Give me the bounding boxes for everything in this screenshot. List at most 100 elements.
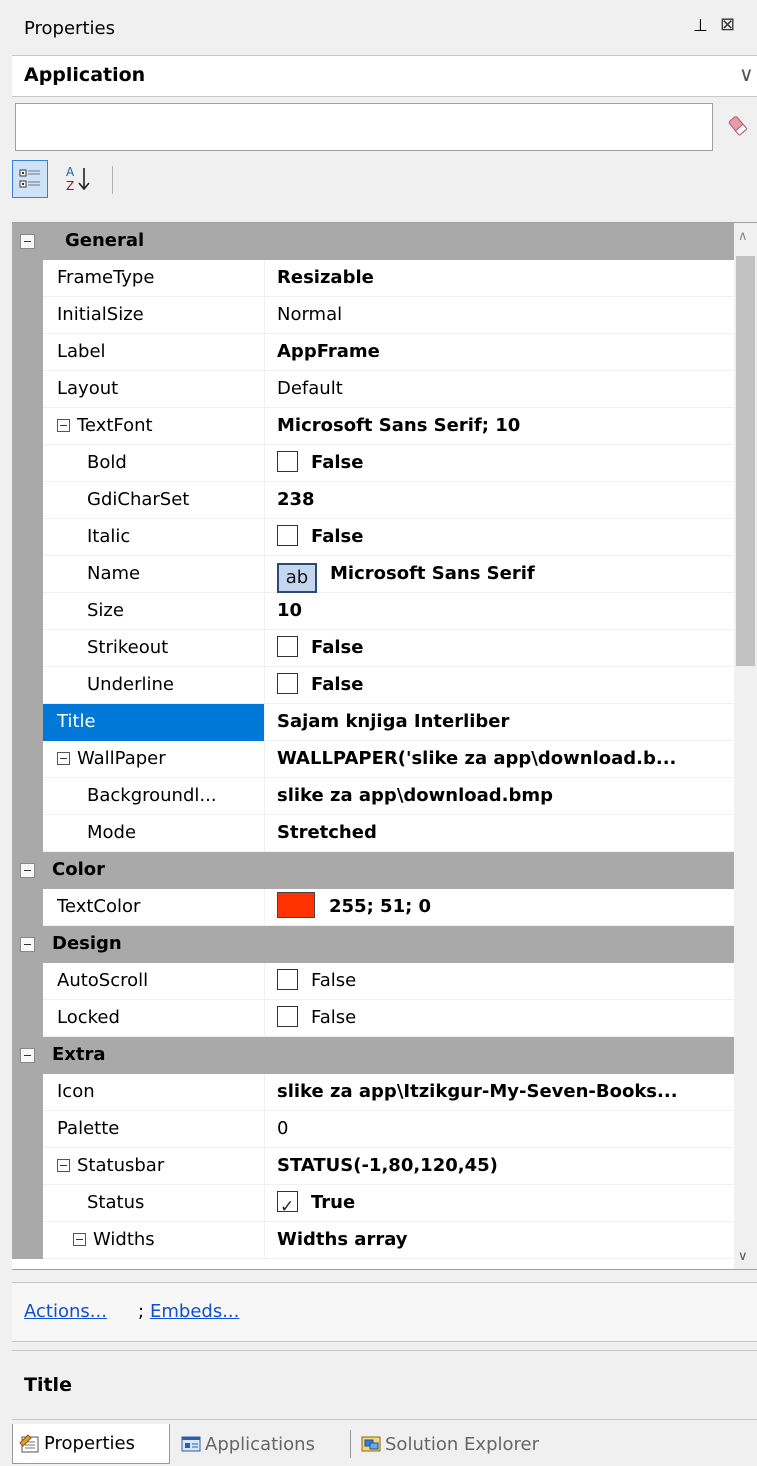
scrollbar-thumb[interactable] xyxy=(736,256,755,666)
property-value[interactable]: 255; 51; 0 xyxy=(266,889,734,926)
checkbox-checked[interactable] xyxy=(277,1189,298,1222)
category-design[interactable]: Design xyxy=(12,926,734,963)
property-row-gdicharset[interactable]: GdiCharSet 238 xyxy=(12,482,734,519)
property-value[interactable]: AppFrame xyxy=(266,334,734,371)
property-value[interactable]: False xyxy=(266,963,734,1000)
property-value[interactable]: False xyxy=(266,630,734,667)
property-row-autoscroll[interactable]: AutoScroll False xyxy=(12,963,734,1000)
alphabetical-button[interactable]: A Z xyxy=(60,160,96,198)
tab-solution-explorer[interactable]: Solution Explorer xyxy=(354,1424,604,1464)
collapse-icon[interactable] xyxy=(57,1159,70,1172)
category-general[interactable]: General xyxy=(12,223,734,260)
collapse-icon[interactable] xyxy=(20,234,35,249)
property-search-input[interactable] xyxy=(15,103,713,151)
category-color[interactable]: Color xyxy=(12,852,734,889)
property-row-status[interactable]: Status True xyxy=(12,1185,734,1222)
property-row-icon[interactable]: Icon slike za app\Itzikgur-My-Seven-Book… xyxy=(12,1074,734,1111)
property-row-initialsize[interactable]: InitialSize Normal xyxy=(12,297,734,334)
property-row-statusbar[interactable]: Statusbar STATUS(-1,80,120,45) xyxy=(12,1148,734,1185)
collapse-icon[interactable] xyxy=(20,1048,35,1063)
collapse-icon[interactable] xyxy=(73,1233,86,1246)
property-row-italic[interactable]: Italic False xyxy=(12,519,734,556)
property-name-text: Statusbar xyxy=(77,1155,165,1176)
properties-icon xyxy=(19,1433,39,1452)
actions-link[interactable]: Actions... xyxy=(24,1301,107,1322)
property-value-text: False xyxy=(311,452,364,473)
property-name: InitialSize xyxy=(43,297,265,334)
checkbox[interactable] xyxy=(277,969,298,990)
property-row-palette[interactable]: Palette 0 xyxy=(12,1111,734,1148)
property-row-layout[interactable]: Layout Default xyxy=(12,371,734,408)
sort-az-icon: A Z xyxy=(66,165,90,193)
property-row-label[interactable]: Label AppFrame xyxy=(12,334,734,371)
embeds-link[interactable]: Embeds... xyxy=(150,1301,239,1322)
property-row-backgroundimage[interactable]: Backgroundl... slike za app\download.bmp xyxy=(12,778,734,815)
property-value[interactable]: slike za app\download.bmp xyxy=(266,778,734,815)
collapse-icon[interactable] xyxy=(57,752,70,765)
property-value[interactable]: False xyxy=(266,1000,734,1037)
property-value[interactable]: Widths array xyxy=(266,1222,734,1259)
property-row-strikeout[interactable]: Strikeout False xyxy=(12,630,734,667)
property-value[interactable]: Normal xyxy=(266,297,734,334)
property-name: AutoScroll xyxy=(43,963,265,1000)
checkbox[interactable] xyxy=(277,673,298,694)
scroll-up-icon[interactable]: ∧ xyxy=(738,229,748,244)
property-name: WallPaper xyxy=(43,741,265,778)
property-value[interactable]: Resizable xyxy=(266,260,734,297)
property-value[interactable]: False xyxy=(266,519,734,556)
category-extra[interactable]: Extra xyxy=(12,1037,734,1074)
property-value[interactable]: Sajam knjiga Interliber xyxy=(266,704,734,741)
collapse-icon[interactable] xyxy=(57,419,70,432)
property-value[interactable]: 10 xyxy=(266,593,734,630)
property-row-underline[interactable]: Underline False xyxy=(12,667,734,704)
property-value[interactable]: True xyxy=(266,1185,734,1222)
property-row-wallpaper[interactable]: WallPaper WALLPAPER('slike za app\downlo… xyxy=(12,741,734,778)
close-icon[interactable]: ⊠ xyxy=(720,14,735,35)
property-value[interactable]: ab Microsoft Sans Serif xyxy=(266,556,734,593)
property-row-mode[interactable]: Mode Stretched xyxy=(12,815,734,852)
tab-applications[interactable]: Applications xyxy=(174,1424,350,1464)
property-value[interactable]: WALLPAPER('slike za app\download.b... xyxy=(266,741,734,778)
property-name: Size xyxy=(43,593,265,630)
checkbox[interactable] xyxy=(277,525,298,546)
property-row-widths[interactable]: Widths Widths array xyxy=(12,1222,734,1259)
property-value[interactable]: 0 xyxy=(266,1111,734,1148)
color-swatch xyxy=(277,892,315,918)
pin-icon[interactable]: ⊥ xyxy=(693,16,708,36)
property-value[interactable]: Microsoft Sans Serif; 10 xyxy=(266,408,734,445)
scroll-down-icon[interactable]: ∨ xyxy=(738,1249,748,1264)
object-selector[interactable]: Application ∨ xyxy=(12,55,757,97)
property-grid[interactable]: General FrameType Resizable InitialSize … xyxy=(12,222,757,1270)
property-row-bold[interactable]: Bold False xyxy=(12,445,734,482)
property-row-textfont[interactable]: TextFont Microsoft Sans Serif; 10 xyxy=(12,408,734,445)
property-value-text: 255; 51; 0 xyxy=(329,896,432,917)
eraser-icon[interactable] xyxy=(727,114,749,138)
property-value[interactable]: Default xyxy=(266,371,734,408)
checkbox[interactable] xyxy=(277,451,298,472)
collapse-icon[interactable] xyxy=(20,863,35,878)
property-row-textcolor[interactable]: TextColor 255; 51; 0 xyxy=(12,889,734,926)
category-label: Design xyxy=(52,933,122,954)
property-value[interactable]: Stretched xyxy=(266,815,734,852)
chevron-down-icon[interactable]: ∨ xyxy=(739,62,754,86)
property-row-locked[interactable]: Locked False xyxy=(12,1000,734,1037)
panel-title: Properties xyxy=(24,18,115,39)
property-value[interactable]: slike za app\Itzikgur-My-Seven-Books... xyxy=(266,1074,734,1111)
property-row-frametype[interactable]: FrameType Resizable xyxy=(12,260,734,297)
property-row-title[interactable]: Title Sajam knjiga Interliber xyxy=(12,704,734,741)
property-value[interactable]: False xyxy=(266,445,734,482)
grid-scrollbar[interactable]: ∧ ∨ xyxy=(734,223,757,1269)
property-value[interactable]: 238 xyxy=(266,482,734,519)
tab-properties[interactable]: Properties xyxy=(12,1424,170,1464)
collapse-icon[interactable] xyxy=(20,937,35,952)
property-name: Italic xyxy=(43,519,265,556)
property-value[interactable]: STATUS(-1,80,120,45) xyxy=(266,1148,734,1185)
property-value-text: False xyxy=(311,526,364,547)
property-value[interactable]: False xyxy=(266,667,734,704)
checkbox[interactable] xyxy=(277,636,298,657)
property-row-name[interactable]: Name ab Microsoft Sans Serif xyxy=(12,556,734,593)
checkbox[interactable] xyxy=(277,1006,298,1027)
property-row-size[interactable]: Size 10 xyxy=(12,593,734,630)
tab-label: Solution Explorer xyxy=(385,1433,539,1455)
categorized-button[interactable] xyxy=(12,160,48,198)
